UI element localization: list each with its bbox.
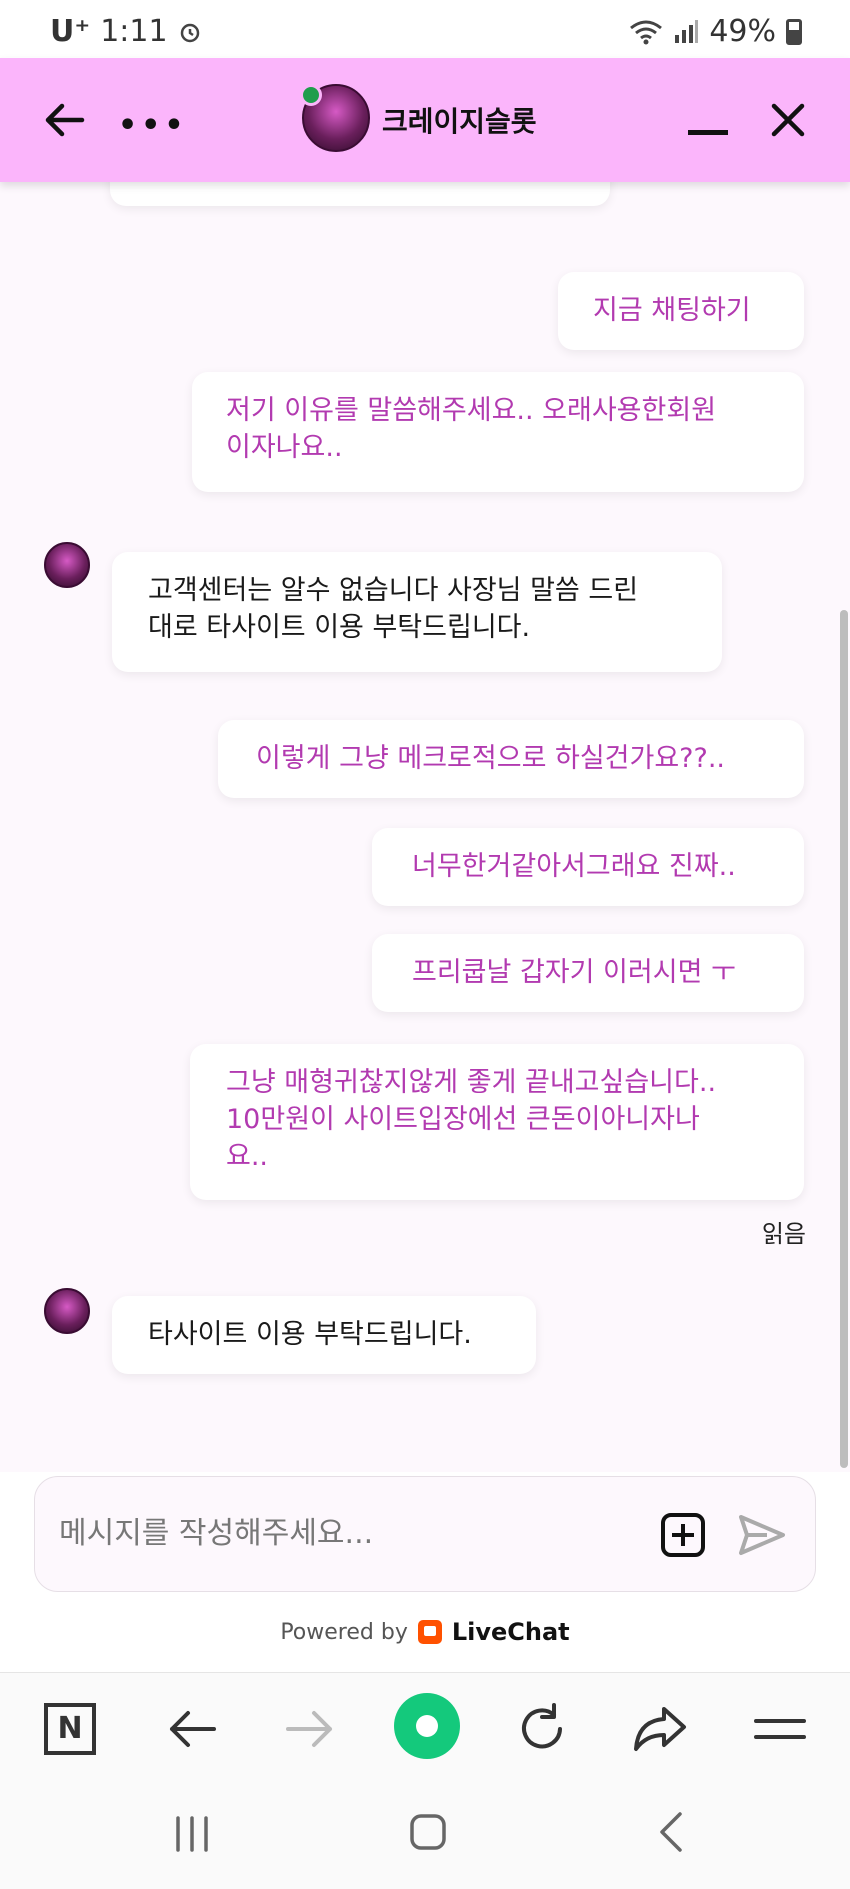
livechat-logo-icon xyxy=(417,1620,442,1644)
message-line: 이렇게 그냥 메크로적으로 하실건가요??.. xyxy=(256,743,726,774)
add-attachment-icon[interactable] xyxy=(661,1513,705,1557)
menu-icon[interactable] xyxy=(748,1697,812,1761)
battery-icon xyxy=(786,18,802,45)
refresh-icon[interactable] xyxy=(510,1697,574,1761)
chat-header: ••• 크레이지슬롯 xyxy=(0,58,850,182)
message-bubble: 저기 이유를 말씀해주세요.. 오래사용한회원 이자나요.. xyxy=(192,372,804,492)
message-line: 대로 타사이트 이용 부탁드립니다. xyxy=(148,612,531,643)
battery-percent: 49% xyxy=(709,14,776,49)
browser-forward-icon[interactable] xyxy=(278,1697,342,1761)
message-bubble: 프리쿱날 갑자기 이러시면 ㅜ xyxy=(372,934,804,1012)
agent-avatar xyxy=(300,84,370,152)
powered-by-label: Powered by xyxy=(280,1619,408,1645)
system-nav-bar xyxy=(0,1784,850,1889)
read-receipt: 읽음 xyxy=(761,1220,806,1248)
clock: 1:11 xyxy=(100,14,168,49)
message-line: 그냥 매형귀찮지않게 좋게 끝내고싶습니다.. xyxy=(226,1067,717,1098)
status-bar: U⁺ 1:11 49% xyxy=(0,0,850,58)
message-bubble: 타사이트 이용 부탁드립니다. xyxy=(112,1296,536,1374)
message-line: 너무한거같아서그래요 진짜.. xyxy=(412,851,736,882)
message-bubble: 고객센터는 알수 없습니다 사장님 말씀 드린 대로 타사이트 이용 부탁드립니… xyxy=(112,552,722,672)
signal-icon xyxy=(675,19,699,43)
agent-avatar-small xyxy=(44,1288,90,1334)
more-options-icon[interactable]: ••• xyxy=(118,108,188,143)
message-line: 10만원이 사이트입장에선 큰돈이아니자나 xyxy=(226,1104,700,1135)
chat-scrollbar[interactable] xyxy=(840,610,848,1468)
wifi-icon xyxy=(630,20,663,44)
message-line: 요.. xyxy=(226,1141,269,1172)
naver-home-button[interactable]: N xyxy=(44,1703,96,1755)
minimize-icon[interactable] xyxy=(688,130,728,135)
message-line: 타사이트 이용 부탁드립니다. xyxy=(148,1319,472,1350)
message-input[interactable] xyxy=(59,1507,639,1559)
status-right: 49% xyxy=(629,14,802,49)
online-status-dot xyxy=(300,84,322,106)
chat-area[interactable]: 지금 채팅하기 저기 이유를 말씀해주세요.. 오래사용한회원 이자나요.. 고… xyxy=(0,182,850,1472)
message-bubble: 너무한거같아서그래요 진짜.. xyxy=(372,828,804,906)
message-bubble: 지금 채팅하기 xyxy=(558,272,804,350)
message-line: 저기 이유를 말씀해주세요.. 오래사용한회원 xyxy=(226,395,717,426)
status-left: U⁺ 1:11 xyxy=(50,14,202,49)
browser-toolbar: N xyxy=(0,1672,850,1784)
powered-by-footer: Powered by LiveChat xyxy=(0,1618,850,1646)
recent-apps-icon[interactable] xyxy=(170,1812,214,1856)
back-arrow-icon[interactable] xyxy=(42,98,86,142)
message-bubble: 이렇게 그냥 메크로적으로 하실건가요??.. xyxy=(218,720,804,798)
agent-avatar-small xyxy=(44,542,90,588)
partial-message-bubble xyxy=(110,182,610,206)
message-line: 고객센터는 알수 없습니다 사장님 말씀 드린 xyxy=(148,575,639,606)
message-line: 프리쿱날 갑자기 이러시면 ㅜ xyxy=(412,957,736,988)
livechat-brand: LiveChat xyxy=(451,1618,570,1646)
chat-title: 크레이지슬롯 xyxy=(382,105,537,138)
share-icon[interactable] xyxy=(628,1697,692,1761)
alarm-icon xyxy=(180,23,199,42)
carrier-label: U⁺ xyxy=(50,14,91,49)
send-icon[interactable] xyxy=(737,1513,787,1557)
message-bubble: 그냥 매형귀찮지않게 좋게 끝내고싶습니다.. 10만원이 사이트입장에선 큰돈… xyxy=(190,1044,804,1200)
home-icon[interactable] xyxy=(406,1810,450,1854)
message-line: 이자나요.. xyxy=(226,432,343,463)
system-back-icon[interactable] xyxy=(650,1810,694,1854)
close-icon[interactable] xyxy=(766,98,810,142)
message-composer xyxy=(34,1476,816,1592)
green-dot-button[interactable] xyxy=(394,1693,460,1759)
browser-back-icon[interactable] xyxy=(160,1697,224,1761)
message-line: 지금 채팅하기 xyxy=(593,295,751,326)
